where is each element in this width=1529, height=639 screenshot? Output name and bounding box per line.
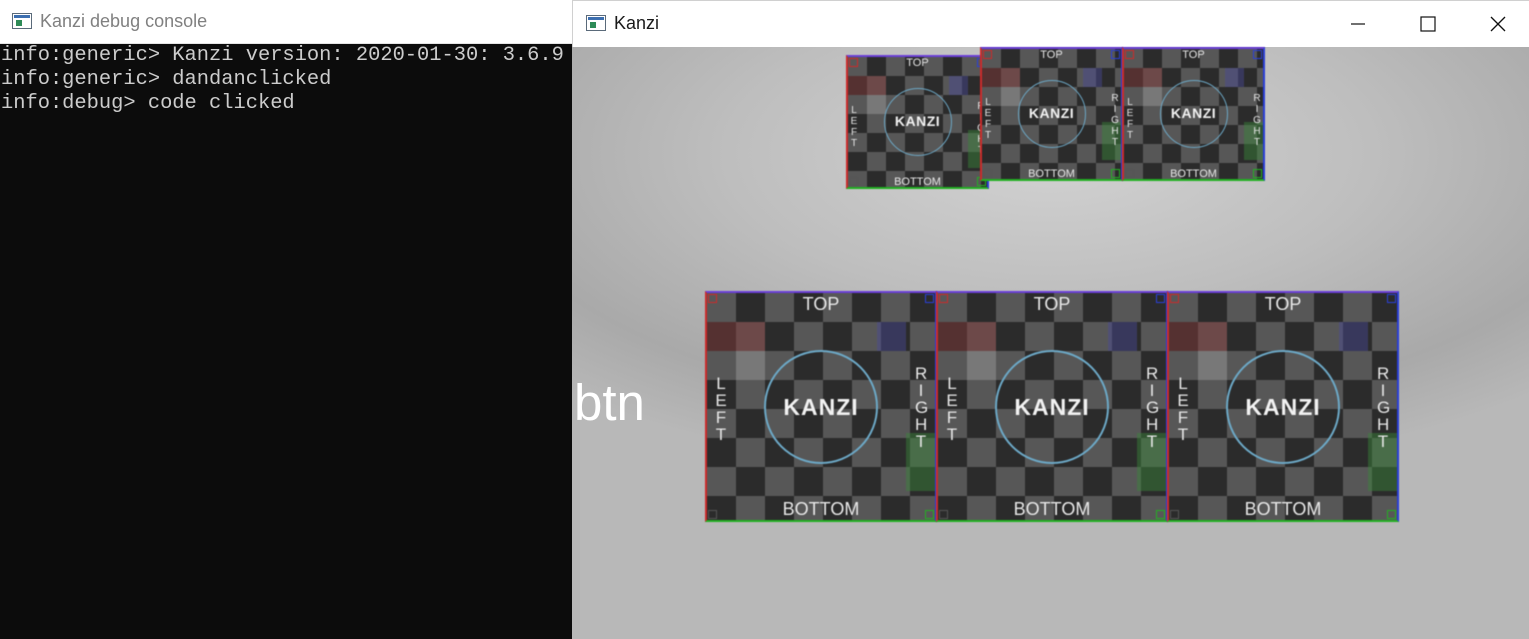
kanzi-titlebar[interactable]: Kanzi: [572, 0, 1529, 47]
tile-top-label: TOP: [1182, 49, 1205, 61]
tile-corner-marker: [708, 294, 717, 303]
tile-bottom-label: BOTTOM: [894, 176, 941, 188]
console-line: info:generic> dandanclicked: [1, 68, 332, 91]
tile-corner-marker: [983, 50, 992, 59]
kanzi-title: Kanzi: [614, 13, 660, 33]
tile-logo-text: KANZI: [1170, 105, 1217, 121]
console-output[interactable]: info:generic> Kanzi version: 2020-01-30:…: [1, 44, 572, 639]
maximize-button[interactable]: [1393, 1, 1463, 47]
tile-bottom-label: BOTTOM: [1013, 499, 1091, 519]
tile-bottom-label: BOTTOM: [1170, 168, 1217, 180]
tile-corner-marker: [1125, 50, 1134, 59]
kanzi-tile-small-1[interactable]: KANZI TOP BOTTOM LEFT RIGHT: [980, 47, 1123, 181]
tile-corner-marker: [708, 510, 717, 519]
tile-red-tint: [1169, 322, 1227, 351]
tile-left-label: LEFT: [1177, 374, 1189, 444]
tile-corner-marker: [1253, 169, 1262, 178]
tile-blue-tint: [949, 76, 968, 95]
tile-corner-marker: [925, 510, 934, 519]
tile-red-tint: [707, 322, 765, 351]
tile-corner-marker: [1125, 169, 1134, 178]
tile-highlight: [1198, 351, 1227, 380]
tile-right-label: RIGHT: [915, 364, 929, 451]
tile-top-label: TOP: [1033, 294, 1071, 314]
kanzi-scene: btn KANZI TOP BOTTOM LEFT RIGHT KANZI TOP BOTTO…: [572, 47, 1529, 639]
tile-left-label: LEFT: [984, 97, 992, 141]
console-titlebar[interactable]: Kanzi debug console: [0, 0, 572, 44]
tile-logo-text: KANZI: [783, 394, 859, 420]
tile-red-tint: [938, 322, 996, 351]
kanzi-app-icon: [586, 15, 606, 31]
tile-red-tint: [982, 68, 1020, 87]
tile-highlight: [1143, 87, 1162, 106]
kanzi-tile-big-2[interactable]: KANZI TOP BOTTOM LEFT RIGHT: [1167, 291, 1399, 522]
tile-blue-tint: [1339, 322, 1368, 351]
tile-bottom-label: BOTTOM: [1028, 168, 1075, 180]
tile-bottom-label: BOTTOM: [1244, 499, 1322, 519]
tile-top-label: TOP: [906, 57, 929, 69]
kanzi-tile-big-1[interactable]: KANZI TOP BOTTOM LEFT RIGHT: [936, 291, 1168, 522]
tile-corner-marker: [1170, 510, 1179, 519]
tile-bottom-label: BOTTOM: [782, 499, 860, 519]
tile-red-tint: [1124, 68, 1162, 87]
minimize-icon: [1351, 23, 1365, 25]
tile-highlight: [867, 95, 886, 114]
tile-corner-marker: [925, 294, 934, 303]
tile-corner-marker: [849, 177, 858, 186]
tile-left-label: LEFT: [1126, 97, 1134, 141]
tile-logo-text: KANZI: [894, 113, 941, 129]
btn-label[interactable]: btn: [574, 377, 645, 428]
tile-corner-marker: [939, 510, 948, 519]
minimize-button[interactable]: [1323, 1, 1393, 47]
tile-right-label: RIGHT: [1146, 364, 1160, 451]
tile-blue-tint: [1083, 68, 1102, 87]
tile-corner-marker: [1387, 510, 1396, 519]
tile-corner-marker: [1387, 294, 1396, 303]
tile-left-label: LEFT: [715, 374, 727, 444]
tile-top-label: TOP: [1264, 294, 1302, 314]
tile-blue-tint: [1225, 68, 1244, 87]
kanzi-tile-small-2[interactable]: KANZI TOP BOTTOM LEFT RIGHT: [1122, 47, 1265, 181]
tile-corner-marker: [1253, 50, 1262, 59]
tile-top-label: TOP: [802, 294, 840, 314]
tile-corner-marker: [1156, 294, 1165, 303]
console-line: info:generic> Kanzi version: 2020-01-30:…: [1, 44, 564, 67]
tile-left-label: LEFT: [850, 105, 858, 149]
tile-corner-marker: [849, 58, 858, 67]
tile-highlight: [1001, 87, 1020, 106]
tile-right-label: RIGHT: [1111, 93, 1119, 148]
tile-corner-marker: [1111, 50, 1120, 59]
close-button[interactable]: [1463, 1, 1529, 47]
tile-right-label: RIGHT: [1253, 93, 1261, 148]
tile-corner-marker: [1156, 510, 1165, 519]
kanzi-tile-big-0[interactable]: KANZI TOP BOTTOM LEFT RIGHT: [705, 291, 937, 522]
tile-red-tint: [848, 76, 886, 95]
tile-highlight: [736, 351, 765, 380]
tile-blue-tint: [1108, 322, 1137, 351]
maximize-icon: [1420, 16, 1436, 32]
tile-logo-text: KANZI: [1014, 394, 1090, 420]
console-line: info:debug> code clicked: [1, 92, 295, 115]
console-app-icon: [12, 13, 32, 29]
debug-console-window: Kanzi debug console info:generic> Kanzi …: [0, 0, 572, 639]
close-icon: [1490, 16, 1506, 32]
tile-top-label: TOP: [1040, 49, 1063, 61]
kanzi-window: Kanzi btn KANZI TOP BOTTOM LEFT RIGHT KANZI TO…: [572, 0, 1529, 639]
tile-left-label: LEFT: [946, 374, 958, 444]
tile-logo-text: KANZI: [1028, 105, 1075, 121]
tile-corner-marker: [939, 294, 948, 303]
console-title: Kanzi debug console: [40, 11, 208, 31]
tile-corner-marker: [1111, 169, 1120, 178]
tile-blue-tint: [877, 322, 906, 351]
tile-corner-marker: [983, 169, 992, 178]
tile-right-label: RIGHT: [1377, 364, 1391, 451]
tile-logo-text: KANZI: [1245, 394, 1321, 420]
kanzi-tile-small-0[interactable]: KANZITOPBOTTOMLEFTRIGHT: [846, 55, 989, 189]
tile-highlight: [967, 351, 996, 380]
tile-corner-marker: [1170, 294, 1179, 303]
